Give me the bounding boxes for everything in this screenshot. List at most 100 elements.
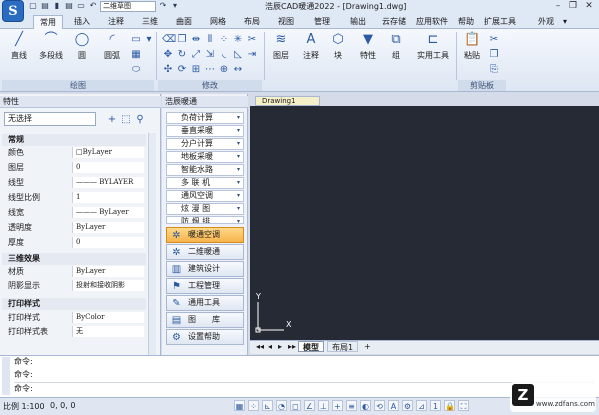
ducs-icon[interactable]: ⊥: [318, 400, 329, 411]
ortho-icon[interactable]: ⊾: [262, 400, 273, 411]
property-value[interactable]: 0: [72, 162, 144, 173]
hvac-menu-item[interactable]: 多 联 机 ▾: [166, 177, 244, 189]
property-value[interactable]: 0: [72, 237, 144, 248]
group-button[interactable]: ⧉ 组: [386, 32, 406, 72]
open-icon[interactable]: ▤: [40, 1, 50, 11]
scale-icon[interactable]: ⤢: [190, 49, 202, 61]
stretch-icon[interactable]: ⇲: [204, 49, 216, 61]
mirror-icon[interactable]: ⇹: [190, 34, 202, 46]
dyn-icon[interactable]: +: [332, 400, 343, 411]
tab-mesh[interactable]: 网格: [203, 15, 233, 29]
property-value[interactable]: ——— ByLayer: [72, 207, 144, 218]
utilities-button[interactable]: ⊏ 实用工具: [412, 32, 454, 72]
properties-scrollbar[interactable]: [148, 133, 156, 355]
property-row[interactable]: 打印样式表 无: [0, 326, 148, 338]
line-button[interactable]: ╱ 直线: [6, 32, 32, 72]
appearance-dropdown-icon[interactable]: ▾: [560, 15, 570, 29]
transparency-icon[interactable]: ◐: [360, 400, 371, 411]
property-value[interactable]: □ByLayer: [72, 147, 144, 158]
close-button[interactable]: ✕: [582, 0, 596, 12]
hatch-icon[interactable]: ▦: [130, 49, 142, 61]
property-row[interactable]: 线宽 ——— ByLayer: [0, 207, 148, 219]
copy-icon[interactable]: ❐: [176, 34, 188, 46]
nav-prev-icon[interactable]: ◂: [266, 341, 274, 352]
property-value[interactable]: 1: [72, 192, 144, 203]
property-row[interactable]: 颜色 □ByLayer: [0, 147, 148, 159]
property-value[interactable]: ByLayer: [72, 266, 144, 277]
align-icon[interactable]: ⊞: [190, 64, 202, 76]
tab-model[interactable]: 模型: [298, 341, 324, 352]
hvac-module-button[interactable]: ✲ 暖通空调: [166, 227, 244, 243]
property-row[interactable]: 透明度 ByLayer: [0, 222, 148, 234]
explode-icon[interactable]: ✳: [232, 34, 244, 46]
redo-icon[interactable]: ↷: [158, 1, 168, 11]
toggle-pickadd-icon[interactable]: +: [106, 114, 118, 126]
move-icon[interactable]: ✥: [162, 49, 174, 61]
hvac-menu-item[interactable]: 通风空调 ▾: [166, 190, 244, 202]
hvac-menu-item[interactable]: 防 烟 排 ▾: [166, 216, 244, 224]
draw-more-icon[interactable]: ▾: [143, 34, 155, 46]
property-value[interactable]: ByColor: [72, 312, 144, 323]
tab-cloud[interactable]: 云存储: [377, 15, 411, 29]
command-input[interactable]: 命令:: [14, 382, 594, 394]
polyline-button[interactable]: ⌒ 多段线: [34, 32, 68, 72]
workspace-select[interactable]: 二维草图: [100, 1, 156, 12]
paste-button[interactable]: 📋 粘贴: [460, 32, 484, 72]
print-icon[interactable]: ▤: [64, 1, 74, 11]
save-icon[interactable]: ▮: [52, 1, 62, 11]
layer-button[interactable]: ≋ 图层: [268, 32, 294, 72]
properties-button[interactable]: ▼ 特性: [354, 32, 382, 72]
circle-button[interactable]: ◯ 圆: [72, 32, 92, 72]
hvac-module-button[interactable]: ✲ 二维暖通: [166, 244, 244, 260]
nav-last-icon[interactable]: ▸▸: [286, 341, 298, 352]
quick-access-dropdown-icon[interactable]: ▾: [170, 1, 180, 11]
break-icon[interactable]: ⋯: [204, 64, 216, 76]
drawing-tab[interactable]: Drawing1: [255, 96, 320, 106]
preview-icon[interactable]: ▭: [76, 1, 86, 11]
offset-icon[interactable]: ⫴: [204, 34, 216, 46]
selection-dropdown[interactable]: 无选择: [4, 112, 96, 126]
tab-view[interactable]: 视图: [271, 15, 301, 29]
annotate-button[interactable]: A 注释: [298, 32, 324, 72]
hvac-menu-item[interactable]: 炫 漫 图 ▾: [166, 203, 244, 215]
snap-icon[interactable]: ⁘: [248, 400, 259, 411]
section-plot[interactable]: 打印样式: [2, 298, 146, 310]
minimize-button[interactable]: –: [551, 0, 565, 12]
hvac-module-button[interactable]: ✎ 通用工具: [166, 295, 244, 311]
hvac-module-button[interactable]: ▥ 建筑设计: [166, 261, 244, 277]
property-value[interactable]: 投射和接收阴影: [72, 280, 144, 291]
trim-icon[interactable]: ✂: [246, 34, 258, 46]
block-button[interactable]: ⬡ 块: [328, 32, 348, 72]
property-value[interactable]: 无: [72, 326, 144, 337]
hvac-module-button[interactable]: ⚙ 设置帮助: [166, 329, 244, 345]
app-logo[interactable]: S: [2, 0, 24, 22]
select-objects-icon[interactable]: ⬚: [120, 114, 132, 126]
tab-manage[interactable]: 管理: [305, 15, 339, 29]
pan-icon[interactable]: ✣: [162, 64, 174, 76]
restore-button[interactable]: ❐: [566, 0, 580, 12]
tab-3d[interactable]: 三维: [135, 15, 165, 29]
undo-icon[interactable]: ↶: [88, 1, 98, 11]
tab-apps[interactable]: 应用软件: [414, 15, 450, 29]
scale-readout[interactable]: 比例 1:100: [3, 401, 45, 412]
section-general[interactable]: 常规: [2, 134, 146, 146]
arc-button[interactable]: ◜ 圆弧: [98, 32, 126, 72]
tab-home[interactable]: 常用: [33, 15, 63, 29]
lineweight-icon[interactable]: ≡: [346, 400, 357, 411]
extend-icon[interactable]: ⇥: [246, 49, 258, 61]
hvac-menu-item[interactable]: 智能水路 ▾: [166, 164, 244, 176]
add-layout-button[interactable]: +: [360, 341, 375, 352]
property-value[interactable]: ByLayer: [72, 222, 144, 233]
nav-first-icon[interactable]: ◂◂: [254, 341, 266, 352]
tab-surface[interactable]: 曲面: [169, 15, 199, 29]
rectangle-icon[interactable]: ▭: [130, 34, 142, 46]
tab-layout[interactable]: 布局: [237, 15, 267, 29]
otrack-icon[interactable]: ∠: [304, 400, 315, 411]
join-icon[interactable]: ⊕: [218, 64, 230, 76]
rotate2-icon[interactable]: ⟳: [176, 64, 188, 76]
property-value[interactable]: ——— BYLAYER: [72, 177, 144, 188]
drawing-canvas[interactable]: [250, 106, 599, 340]
hvac-module-button[interactable]: ▤ 图 库: [166, 312, 244, 328]
property-row[interactable]: 材质 ByLayer: [0, 266, 148, 278]
property-row[interactable]: 打印样式 ByColor: [0, 312, 148, 324]
